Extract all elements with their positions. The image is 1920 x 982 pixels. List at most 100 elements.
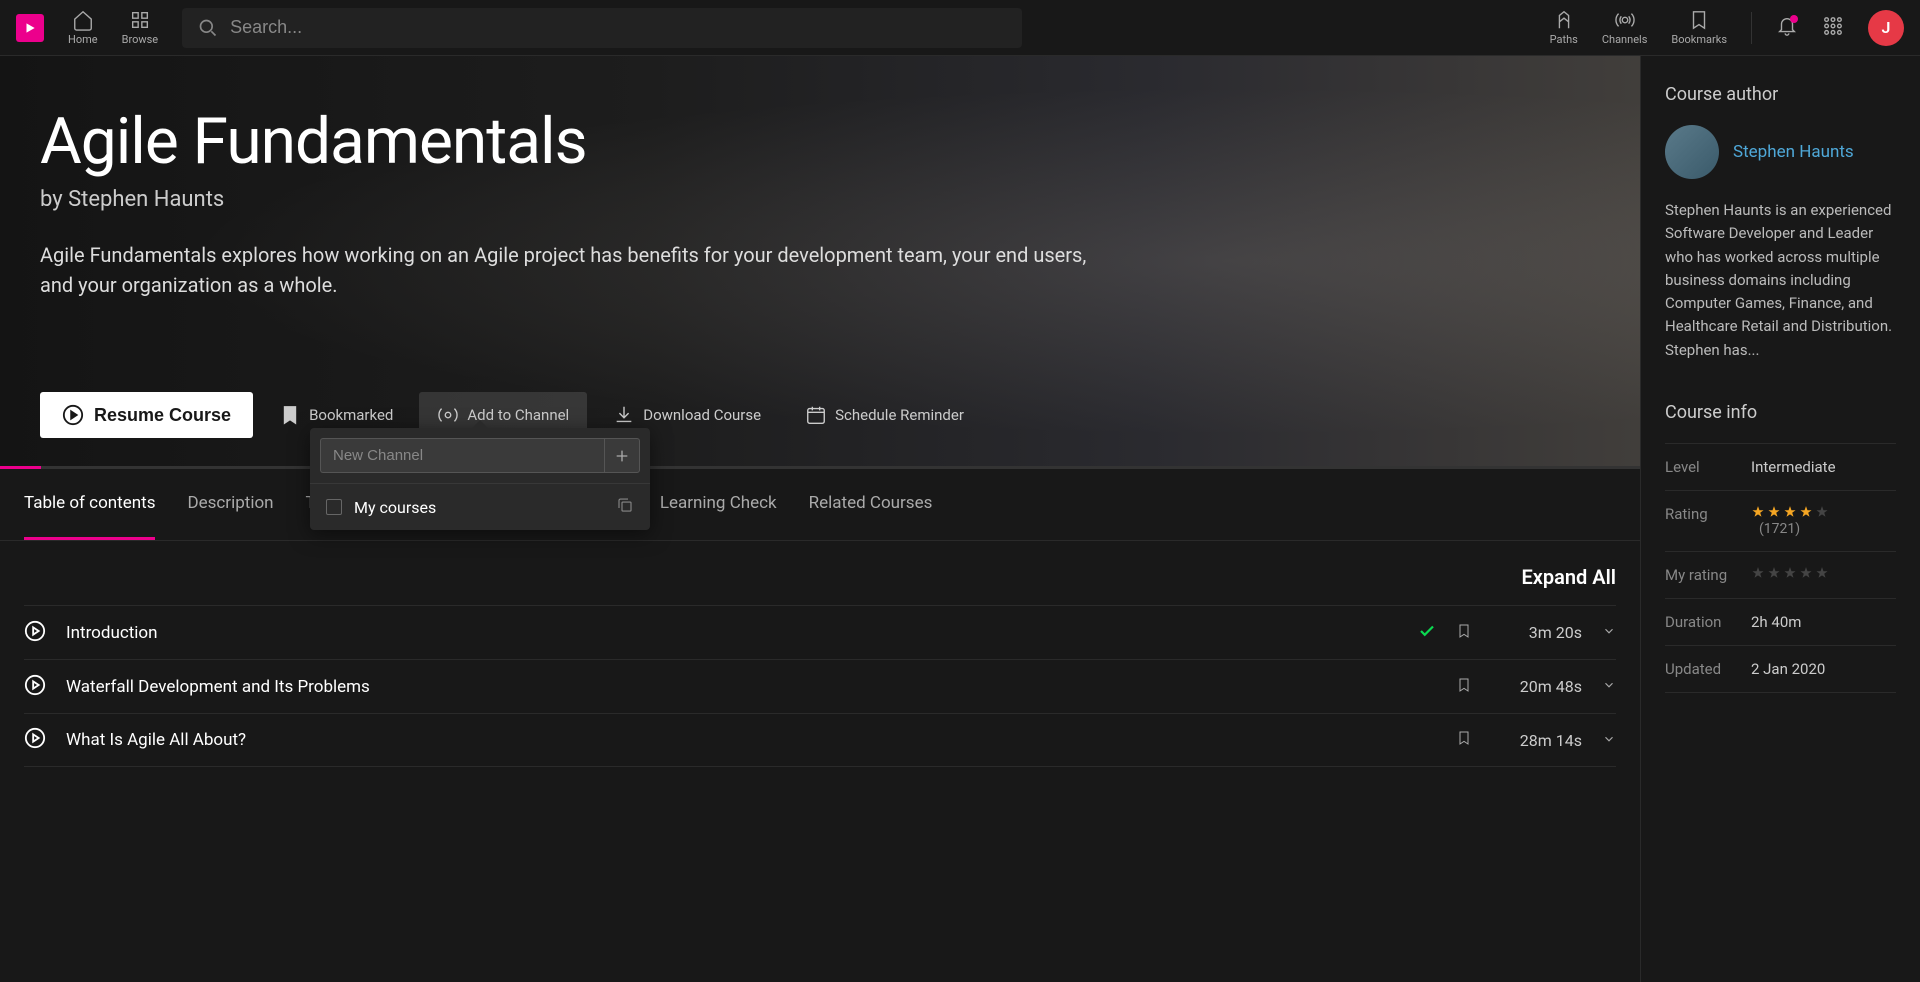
author-section-title: Course author (1665, 84, 1896, 105)
toc-duration: 20m 48s (1492, 677, 1582, 696)
channels-icon (1614, 9, 1636, 31)
new-channel-row (310, 428, 650, 483)
tab-description[interactable]: Description (187, 469, 273, 540)
author-row: Stephen Haunts (1665, 125, 1896, 179)
copy-icon[interactable] (616, 496, 634, 518)
course-description: Agile Fundamentals explores how working … (40, 240, 1100, 300)
play-icon (24, 727, 46, 753)
author-name-link[interactable]: Stephen Haunts (1733, 142, 1854, 162)
search-box[interactable] (182, 8, 1022, 48)
header: Home Browse Paths Channels Bookmarks (0, 0, 1920, 56)
info-myrating: My rating (1665, 551, 1896, 598)
apps-button[interactable] (1822, 15, 1844, 41)
new-channel-add-button[interactable] (604, 438, 640, 473)
nav-browse-label: Browse (122, 33, 159, 46)
paths-icon (1553, 9, 1575, 31)
info-section-title: Course info (1665, 402, 1896, 423)
grid-icon (1822, 15, 1844, 37)
nav-paths-label: Paths (1550, 33, 1578, 46)
sidebar: Course author Stephen Haunts Stephen Hau… (1640, 56, 1920, 982)
toc-row[interactable]: Introduction 3m 20s (24, 605, 1616, 659)
play-circle-icon (62, 404, 84, 426)
play-icon (24, 620, 46, 646)
schedule-label: Schedule Reminder (835, 406, 964, 424)
nav-channels[interactable]: Channels (1602, 9, 1648, 46)
calendar-icon (805, 404, 827, 426)
course-hero: Agile Fundamentals by Stephen Haunts Agi… (0, 56, 1640, 466)
bookmark-icon[interactable] (1456, 728, 1472, 752)
header-divider (1751, 12, 1752, 44)
new-channel-input[interactable] (320, 438, 604, 473)
notification-dot (1790, 15, 1798, 23)
bookmarked-label: Bookmarked (309, 406, 393, 424)
bookmarks-icon (1688, 9, 1710, 31)
info-duration: Duration 2h 40m (1665, 598, 1896, 645)
chevron-down-icon[interactable] (1602, 731, 1616, 750)
my-rating-stars[interactable] (1751, 566, 1829, 580)
toc-title: Waterfall Development and Its Problems (66, 677, 1436, 697)
info-updated: Updated 2 Jan 2020 (1665, 645, 1896, 693)
download-icon (613, 404, 635, 426)
avatar-initial: J (1882, 18, 1891, 37)
info-value: Intermediate (1751, 458, 1836, 476)
info-value: (1721) (1751, 505, 1829, 537)
toc-duration: 28m 14s (1492, 731, 1582, 750)
info-label: Level (1665, 458, 1751, 476)
channel-item-label: My courses (354, 498, 436, 517)
author-bio: Stephen Haunts is an experienced Softwar… (1665, 199, 1896, 362)
course-title: Agile Fundamentals (40, 104, 1600, 179)
expand-all-button[interactable]: Expand All (24, 541, 1616, 605)
user-avatar[interactable]: J (1868, 10, 1904, 46)
rating-count: (1721) (1759, 521, 1800, 537)
nav-bookmarks[interactable]: Bookmarks (1671, 9, 1727, 46)
info-label: Updated (1665, 660, 1751, 678)
home-icon (72, 9, 94, 31)
resume-button[interactable]: Resume Course (40, 392, 253, 438)
schedule-action[interactable]: Schedule Reminder (787, 392, 982, 438)
toc-duration: 3m 20s (1492, 623, 1582, 642)
bookmark-filled-icon (279, 404, 301, 426)
channel-icon (437, 404, 459, 426)
info-value: 2 Jan 2020 (1751, 660, 1825, 678)
notifications-button[interactable] (1776, 15, 1798, 41)
nav-browse[interactable]: Browse (122, 9, 159, 46)
course-tabs: Table of contents Description Transcript… (0, 469, 1640, 541)
play-icon (24, 674, 46, 700)
toc-title: What Is Agile All About? (66, 730, 1436, 750)
download-label: Download Course (643, 406, 761, 424)
tab-toc[interactable]: Table of contents (24, 469, 155, 540)
info-value[interactable] (1751, 566, 1829, 584)
bookmark-icon[interactable] (1456, 675, 1472, 699)
plus-icon (614, 448, 630, 464)
browse-icon (129, 9, 151, 31)
table-of-contents: Expand All Introduction 3m 20s Waterfall… (0, 541, 1640, 982)
resume-label: Resume Course (94, 405, 231, 426)
toc-row[interactable]: What Is Agile All About? 28m 14s (24, 713, 1616, 767)
chevron-down-icon[interactable] (1602, 623, 1616, 642)
info-label: Rating (1665, 505, 1751, 537)
nav-home[interactable]: Home (68, 9, 98, 46)
search-input[interactable] (230, 17, 1006, 38)
logo[interactable] (16, 14, 44, 42)
channel-list-item[interactable]: My courses (310, 483, 650, 530)
info-label: My rating (1665, 566, 1751, 584)
chevron-down-icon[interactable] (1602, 677, 1616, 696)
tab-learning-check[interactable]: Learning Check (660, 469, 777, 540)
info-value: 2h 40m (1751, 613, 1801, 631)
add-channel-dropdown: My courses (310, 428, 650, 530)
hero-actions: Resume Course Bookmarked Add to Channel … (40, 392, 1600, 438)
tab-related-courses[interactable]: Related Courses (809, 469, 933, 540)
info-rating: Rating (1721) (1665, 490, 1896, 551)
bookmark-icon[interactable] (1456, 621, 1472, 645)
info-label: Duration (1665, 613, 1751, 631)
check-icon (1418, 622, 1436, 644)
nav-home-label: Home (68, 33, 98, 46)
nav-bookmarks-label: Bookmarks (1671, 33, 1727, 46)
rating-stars (1751, 505, 1829, 519)
channel-checkbox[interactable] (326, 499, 342, 515)
toc-row[interactable]: Waterfall Development and Its Problems 2… (24, 659, 1616, 713)
author-avatar[interactable] (1665, 125, 1719, 179)
nav-paths[interactable]: Paths (1550, 9, 1578, 46)
search-icon (198, 18, 218, 38)
toc-title: Introduction (66, 623, 1398, 643)
